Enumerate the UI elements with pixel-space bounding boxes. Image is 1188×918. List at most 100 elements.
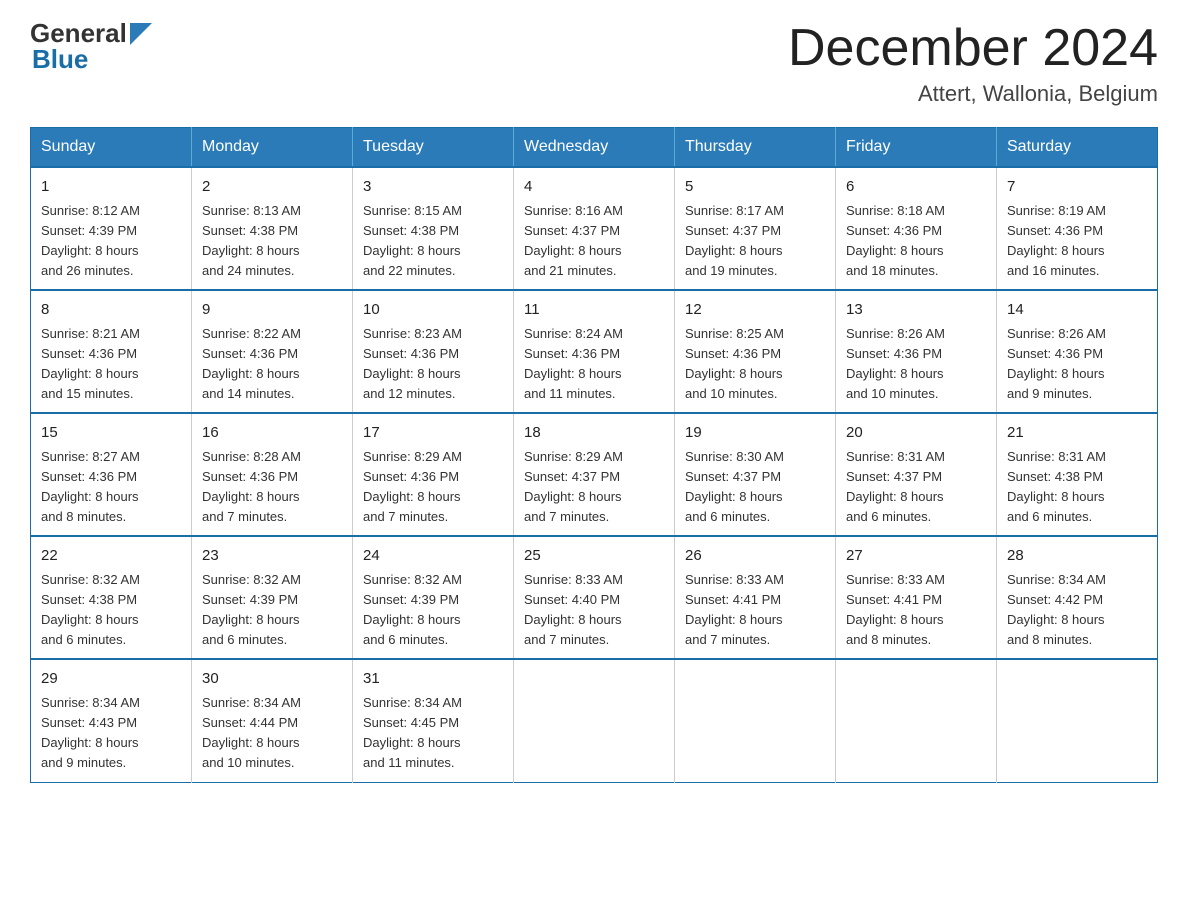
day-info: Sunrise: 8:16 AMSunset: 4:37 PMDaylight:… [524, 201, 664, 282]
table-row: 20Sunrise: 8:31 AMSunset: 4:37 PMDayligh… [836, 413, 997, 536]
day-number: 4 [524, 176, 664, 199]
day-info: Sunrise: 8:34 AMSunset: 4:42 PMDaylight:… [1007, 570, 1147, 651]
table-row: 15Sunrise: 8:27 AMSunset: 4:36 PMDayligh… [31, 413, 192, 536]
table-row: 30Sunrise: 8:34 AMSunset: 4:44 PMDayligh… [192, 659, 353, 782]
table-row: 26Sunrise: 8:33 AMSunset: 4:41 PMDayligh… [675, 536, 836, 659]
day-info: Sunrise: 8:31 AMSunset: 4:37 PMDaylight:… [846, 447, 986, 528]
day-info: Sunrise: 8:21 AMSunset: 4:36 PMDaylight:… [41, 324, 181, 405]
table-row: 9Sunrise: 8:22 AMSunset: 4:36 PMDaylight… [192, 290, 353, 413]
table-row: 23Sunrise: 8:32 AMSunset: 4:39 PMDayligh… [192, 536, 353, 659]
logo: General Blue [30, 20, 152, 72]
table-row: 29Sunrise: 8:34 AMSunset: 4:43 PMDayligh… [31, 659, 192, 782]
table-row: 13Sunrise: 8:26 AMSunset: 4:36 PMDayligh… [836, 290, 997, 413]
table-row [675, 659, 836, 782]
day-number: 13 [846, 299, 986, 322]
table-row: 12Sunrise: 8:25 AMSunset: 4:36 PMDayligh… [675, 290, 836, 413]
table-row: 7Sunrise: 8:19 AMSunset: 4:36 PMDaylight… [997, 167, 1158, 290]
day-info: Sunrise: 8:27 AMSunset: 4:36 PMDaylight:… [41, 447, 181, 528]
table-row: 24Sunrise: 8:32 AMSunset: 4:39 PMDayligh… [353, 536, 514, 659]
table-row [997, 659, 1158, 782]
calendar-week-row: 22Sunrise: 8:32 AMSunset: 4:38 PMDayligh… [31, 536, 1158, 659]
day-info: Sunrise: 8:33 AMSunset: 4:40 PMDaylight:… [524, 570, 664, 651]
table-row [836, 659, 997, 782]
header-thursday: Thursday [675, 128, 836, 168]
table-row: 16Sunrise: 8:28 AMSunset: 4:36 PMDayligh… [192, 413, 353, 536]
day-info: Sunrise: 8:34 AMSunset: 4:45 PMDaylight:… [363, 693, 503, 774]
day-info: Sunrise: 8:30 AMSunset: 4:37 PMDaylight:… [685, 447, 825, 528]
day-info: Sunrise: 8:28 AMSunset: 4:36 PMDaylight:… [202, 447, 342, 528]
header-sunday: Sunday [31, 128, 192, 168]
day-number: 2 [202, 176, 342, 199]
day-info: Sunrise: 8:32 AMSunset: 4:39 PMDaylight:… [363, 570, 503, 651]
day-number: 23 [202, 545, 342, 568]
day-info: Sunrise: 8:29 AMSunset: 4:36 PMDaylight:… [363, 447, 503, 528]
calendar-week-row: 8Sunrise: 8:21 AMSunset: 4:36 PMDaylight… [31, 290, 1158, 413]
day-number: 22 [41, 545, 181, 568]
table-row: 27Sunrise: 8:33 AMSunset: 4:41 PMDayligh… [836, 536, 997, 659]
table-row [514, 659, 675, 782]
day-number: 1 [41, 176, 181, 199]
table-row: 8Sunrise: 8:21 AMSunset: 4:36 PMDaylight… [31, 290, 192, 413]
calendar-week-row: 29Sunrise: 8:34 AMSunset: 4:43 PMDayligh… [31, 659, 1158, 782]
table-row: 22Sunrise: 8:32 AMSunset: 4:38 PMDayligh… [31, 536, 192, 659]
table-row: 19Sunrise: 8:30 AMSunset: 4:37 PMDayligh… [675, 413, 836, 536]
day-number: 25 [524, 545, 664, 568]
day-number: 17 [363, 422, 503, 445]
header-tuesday: Tuesday [353, 128, 514, 168]
header-friday: Friday [836, 128, 997, 168]
day-number: 7 [1007, 176, 1147, 199]
calendar-table: Sunday Monday Tuesday Wednesday Thursday… [30, 127, 1158, 782]
table-row: 3Sunrise: 8:15 AMSunset: 4:38 PMDaylight… [353, 167, 514, 290]
table-row: 5Sunrise: 8:17 AMSunset: 4:37 PMDaylight… [675, 167, 836, 290]
table-row: 31Sunrise: 8:34 AMSunset: 4:45 PMDayligh… [353, 659, 514, 782]
day-info: Sunrise: 8:34 AMSunset: 4:43 PMDaylight:… [41, 693, 181, 774]
day-info: Sunrise: 8:13 AMSunset: 4:38 PMDaylight:… [202, 201, 342, 282]
calendar-week-row: 15Sunrise: 8:27 AMSunset: 4:36 PMDayligh… [31, 413, 1158, 536]
day-number: 30 [202, 668, 342, 691]
day-number: 20 [846, 422, 986, 445]
day-number: 27 [846, 545, 986, 568]
day-info: Sunrise: 8:33 AMSunset: 4:41 PMDaylight:… [846, 570, 986, 651]
day-number: 31 [363, 668, 503, 691]
day-info: Sunrise: 8:26 AMSunset: 4:36 PMDaylight:… [846, 324, 986, 405]
day-info: Sunrise: 8:19 AMSunset: 4:36 PMDaylight:… [1007, 201, 1147, 282]
table-row: 25Sunrise: 8:33 AMSunset: 4:40 PMDayligh… [514, 536, 675, 659]
title-block: December 2024 Attert, Wallonia, Belgium [788, 20, 1158, 107]
day-info: Sunrise: 8:25 AMSunset: 4:36 PMDaylight:… [685, 324, 825, 405]
day-number: 14 [1007, 299, 1147, 322]
table-row: 4Sunrise: 8:16 AMSunset: 4:37 PMDaylight… [514, 167, 675, 290]
day-info: Sunrise: 8:32 AMSunset: 4:38 PMDaylight:… [41, 570, 181, 651]
day-info: Sunrise: 8:26 AMSunset: 4:36 PMDaylight:… [1007, 324, 1147, 405]
logo-general: General [30, 20, 127, 46]
day-number: 3 [363, 176, 503, 199]
logo-icon [130, 23, 152, 45]
day-number: 5 [685, 176, 825, 199]
day-number: 26 [685, 545, 825, 568]
day-info: Sunrise: 8:24 AMSunset: 4:36 PMDaylight:… [524, 324, 664, 405]
page-title: December 2024 [788, 20, 1158, 77]
day-info: Sunrise: 8:32 AMSunset: 4:39 PMDaylight:… [202, 570, 342, 651]
day-info: Sunrise: 8:23 AMSunset: 4:36 PMDaylight:… [363, 324, 503, 405]
day-info: Sunrise: 8:12 AMSunset: 4:39 PMDaylight:… [41, 201, 181, 282]
table-row: 10Sunrise: 8:23 AMSunset: 4:36 PMDayligh… [353, 290, 514, 413]
day-number: 16 [202, 422, 342, 445]
table-row: 14Sunrise: 8:26 AMSunset: 4:36 PMDayligh… [997, 290, 1158, 413]
table-row: 18Sunrise: 8:29 AMSunset: 4:37 PMDayligh… [514, 413, 675, 536]
header-saturday: Saturday [997, 128, 1158, 168]
day-info: Sunrise: 8:33 AMSunset: 4:41 PMDaylight:… [685, 570, 825, 651]
day-info: Sunrise: 8:34 AMSunset: 4:44 PMDaylight:… [202, 693, 342, 774]
page-header: General Blue December 2024 Attert, Wallo… [30, 20, 1158, 107]
day-info: Sunrise: 8:18 AMSunset: 4:36 PMDaylight:… [846, 201, 986, 282]
table-row: 21Sunrise: 8:31 AMSunset: 4:38 PMDayligh… [997, 413, 1158, 536]
header-monday: Monday [192, 128, 353, 168]
table-row: 6Sunrise: 8:18 AMSunset: 4:36 PMDaylight… [836, 167, 997, 290]
day-number: 29 [41, 668, 181, 691]
table-row: 17Sunrise: 8:29 AMSunset: 4:36 PMDayligh… [353, 413, 514, 536]
calendar-week-row: 1Sunrise: 8:12 AMSunset: 4:39 PMDaylight… [31, 167, 1158, 290]
day-info: Sunrise: 8:22 AMSunset: 4:36 PMDaylight:… [202, 324, 342, 405]
day-number: 12 [685, 299, 825, 322]
day-number: 10 [363, 299, 503, 322]
day-number: 11 [524, 299, 664, 322]
day-number: 9 [202, 299, 342, 322]
day-number: 28 [1007, 545, 1147, 568]
